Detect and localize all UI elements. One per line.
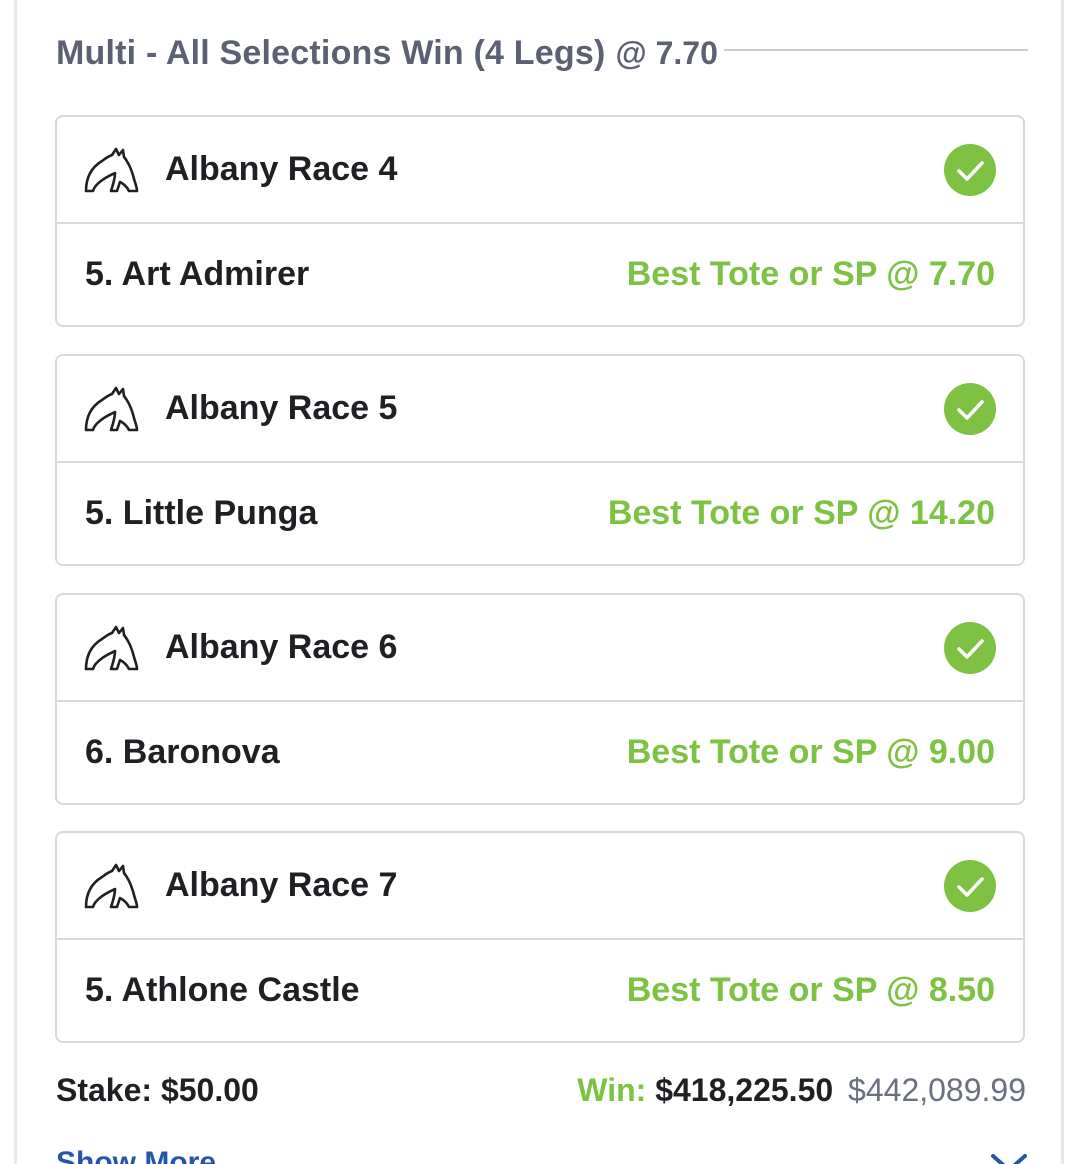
runner-name: 5. Athlone Castle bbox=[85, 971, 360, 1009]
bet-header: Multi - All Selections Win (4 Legs) @ 7.… bbox=[56, 28, 718, 78]
leg-selection: 6. Baronova Best Tote or SP @ 9.00 bbox=[57, 702, 1023, 803]
bet-summary: Stake: $50.00 Win: $418,225.50 $442,089.… bbox=[56, 1072, 1026, 1116]
leg-selection: 5. Athlone Castle Best Tote or SP @ 8.50 bbox=[57, 940, 1023, 1041]
bet-type-title: Multi - All Selections Win (4 Legs) bbox=[56, 33, 606, 72]
leg-header: Albany Race 5 bbox=[57, 356, 1023, 463]
chevron-down-icon[interactable] bbox=[988, 1150, 1030, 1164]
win-label: Win: bbox=[577, 1072, 647, 1108]
selection-price: Best Tote or SP @ 9.00 bbox=[626, 733, 995, 771]
check-circle-icon bbox=[944, 622, 996, 674]
runner-name: 6. Baronova bbox=[85, 733, 280, 771]
check-circle-icon bbox=[944, 383, 996, 435]
stake-label: Stake: bbox=[56, 1072, 153, 1108]
race-name: Albany Race 6 bbox=[165, 628, 398, 666]
runner-name: 5. Art Admirer bbox=[85, 255, 310, 293]
win-previous-value: $442,089.99 bbox=[848, 1072, 1026, 1108]
leg-selection: 5. Little Punga Best Tote or SP @ 14.20 bbox=[57, 463, 1023, 564]
selection-price: Best Tote or SP @ 7.70 bbox=[626, 255, 995, 293]
show-more-link[interactable]: Show More bbox=[56, 1146, 216, 1164]
selection-price: Best Tote or SP @ 8.50 bbox=[626, 971, 995, 1009]
win-summary: Win: $418,225.50 $442,089.99 bbox=[577, 1072, 1026, 1109]
leg-header: Albany Race 6 bbox=[57, 595, 1023, 702]
race-name: Albany Race 5 bbox=[165, 389, 398, 427]
leg-card: Albany Race 4 5. Art Admirer Best Tote o… bbox=[55, 115, 1025, 327]
horse-head-icon bbox=[84, 147, 139, 193]
leg-card: Albany Race 7 5. Athlone Castle Best Tot… bbox=[55, 831, 1025, 1043]
bet-total-odds: @ 7.70 bbox=[615, 34, 718, 71]
runner-name: 5. Little Punga bbox=[85, 494, 318, 532]
leg-header: Albany Race 4 bbox=[57, 117, 1023, 224]
leg-header: Albany Race 7 bbox=[57, 833, 1023, 940]
check-circle-icon bbox=[944, 144, 996, 196]
race-name: Albany Race 4 bbox=[165, 150, 398, 188]
leg-card: Albany Race 5 5. Little Punga Best Tote … bbox=[55, 354, 1025, 566]
selection-price: Best Tote or SP @ 14.20 bbox=[607, 494, 995, 532]
win-value: $418,225.50 bbox=[655, 1072, 834, 1108]
check-circle-icon bbox=[944, 860, 996, 912]
bet-card-page: Multi - All Selections Win (4 Legs) @ 7.… bbox=[0, 0, 1080, 1164]
header-divider bbox=[724, 49, 1028, 51]
horse-head-icon bbox=[84, 863, 139, 909]
stake-value: $50.00 bbox=[160, 1072, 259, 1108]
race-name: Albany Race 7 bbox=[165, 866, 398, 904]
stake-summary: Stake: $50.00 bbox=[56, 1072, 259, 1109]
horse-head-icon bbox=[84, 386, 139, 432]
leg-selection: 5. Art Admirer Best Tote or SP @ 7.70 bbox=[57, 224, 1023, 325]
horse-head-icon bbox=[84, 625, 139, 671]
leg-card: Albany Race 6 6. Baronova Best Tote or S… bbox=[55, 593, 1025, 805]
